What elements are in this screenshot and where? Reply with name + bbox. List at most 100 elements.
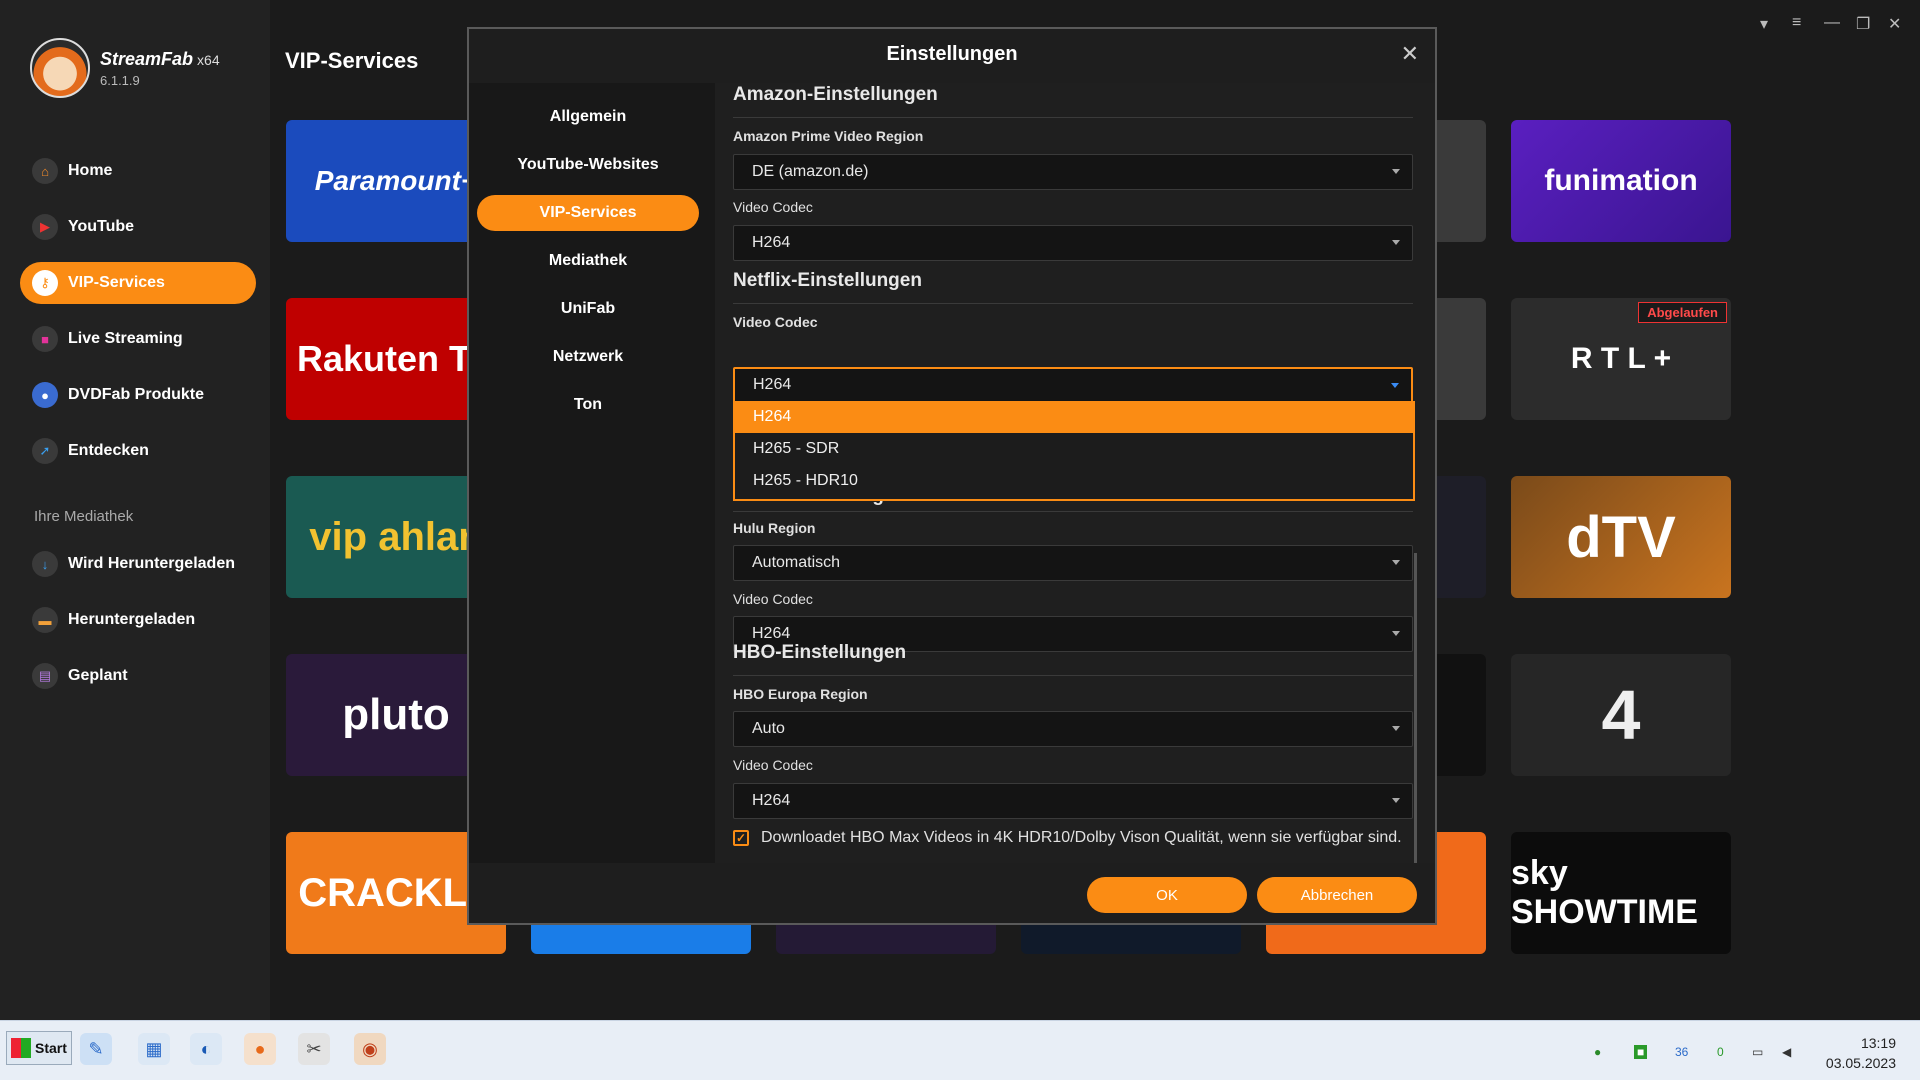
chevron-down-icon	[1392, 798, 1400, 803]
amazon-codec-label: Video Codec	[733, 199, 813, 215]
amazon-region-select[interactable]: DE (amazon.de)	[733, 154, 1413, 190]
tile-channel4[interactable]: 4	[1511, 654, 1731, 776]
sidebar-item-label: Entdecken	[68, 442, 149, 459]
chevron-down-icon	[1392, 631, 1400, 636]
app-arch: x64	[197, 51, 220, 68]
clock-date: 03.05.2023	[1825, 1055, 1896, 1071]
cancel-button[interactable]: Abbrechen	[1257, 877, 1417, 913]
sidebar-item-label: Home	[68, 162, 113, 179]
skin-icon[interactable]: ▾	[1760, 14, 1768, 34]
compass-icon: ➚	[32, 438, 58, 464]
settings-tab-ton[interactable]: Ton	[477, 387, 699, 423]
clock-time: 13:19	[1860, 1035, 1896, 1051]
sidebar-item-entdecken[interactable]: ➚ Entdecken	[20, 430, 256, 472]
settings-tab-vip-services[interactable]: VIP-Services	[477, 195, 699, 231]
start-button[interactable]: Start	[6, 1031, 72, 1065]
netflix-codec-label: Video Codec	[733, 314, 818, 330]
maximize-icon[interactable]: ❐	[1856, 14, 1870, 34]
amazon-codec-select[interactable]: H264	[733, 225, 1413, 261]
chevron-down-icon	[1392, 560, 1400, 565]
tools-icon[interactable]: ✂	[298, 1033, 330, 1065]
tray-app-icon[interactable]: ■	[1634, 1045, 1648, 1059]
tile-skyshowtime[interactable]: sky SHOWTIME	[1511, 832, 1731, 954]
divider	[733, 303, 1413, 304]
chevron-down-icon	[1392, 169, 1400, 174]
monitor-icon[interactable]: ▭	[1752, 1045, 1763, 1059]
settings-content: Amazon-Einstellungen Amazon Prime Video …	[715, 83, 1435, 863]
hbo-section-title: HBO-Einstellungen	[733, 642, 907, 663]
sidebar-item-wird-heruntergeladen[interactable]: ↓ Wird Heruntergeladen	[20, 543, 256, 585]
chevron-down-icon	[1392, 726, 1400, 731]
settings-tab-netzwerk[interactable]: Netzwerk	[477, 339, 699, 375]
folder-icon: ▬	[32, 607, 58, 633]
hbo-4k-option[interactable]: ✓ Downloadet HBO Max Videos in 4K HDR10/…	[733, 829, 1402, 847]
divider	[733, 675, 1413, 676]
library-section-label: Ihre Mediathek	[34, 508, 134, 525]
settings-tab-youtube-websites[interactable]: YouTube-Websites	[477, 147, 699, 183]
sidebar-item-label: Live Streaming	[68, 330, 183, 347]
tray-number[interactable]: 0	[1717, 1045, 1724, 1059]
tray-number[interactable]: 36	[1675, 1045, 1688, 1059]
sidebar-item-heruntergeladen[interactable]: ▬ Heruntergeladen	[20, 599, 256, 641]
sidebar-item-home[interactable]: ⌂ Home	[20, 150, 256, 192]
explorer-icon[interactable]: ✎	[80, 1033, 112, 1065]
streamfab-logo-icon	[30, 38, 90, 98]
sidebar-item-dvdfab-produkte[interactable]: ● DVDFab Produkte	[20, 374, 256, 416]
hbo-codec-select[interactable]: H264	[733, 783, 1413, 819]
sidebar-item-vip-services[interactable]: ⚷ VIP-Services	[20, 262, 256, 304]
hbo-4k-label: Downloadet HBO Max Videos in 4K HDR10/Do…	[761, 829, 1402, 846]
speaker-icon[interactable]: ◀	[1782, 1045, 1791, 1059]
close-icon[interactable]: ✕	[1401, 41, 1419, 67]
netflix-codec-select[interactable]: H264	[733, 367, 1413, 403]
network-globe-icon[interactable]: ●	[1594, 1045, 1601, 1059]
dvdfab-icon: ●	[32, 382, 58, 408]
hulu-codec-label: Video Codec	[733, 591, 813, 607]
dropdown-option-h264[interactable]: H264	[735, 401, 1413, 433]
tile-rtl-plus[interactable]: R T L + Abgelaufen	[1511, 298, 1731, 420]
schedule-icon: ▤	[32, 663, 58, 689]
app-name: StreamFab	[100, 48, 194, 69]
windows-logo-icon	[11, 1038, 31, 1058]
app-window: StreamFab x64 6.1.1.9 ⌂ Home ▶ YouTube ⚷ …	[0, 0, 1920, 1020]
ok-button[interactable]: OK	[1087, 877, 1247, 913]
dropdown-option-h265-hdr10[interactable]: H265 - HDR10	[735, 465, 1413, 497]
amazon-section-title: Amazon-Einstellungen	[733, 84, 938, 105]
sidebar-item-geplant[interactable]: ▤ Geplant	[20, 655, 256, 697]
calendar-icon[interactable]: ▦	[138, 1033, 170, 1065]
settings-tab-unifab[interactable]: UniFab	[477, 291, 699, 327]
checkbox-checked-icon[interactable]: ✓	[733, 830, 749, 846]
content-scrollbar[interactable]	[1414, 553, 1417, 863]
sidebar-item-youtube[interactable]: ▶ YouTube	[20, 206, 256, 248]
menu-icon[interactable]: ≡	[1792, 14, 1801, 32]
chevron-down-icon	[1391, 383, 1399, 388]
dropdown-option-h265-sdr[interactable]: H265 - SDR	[735, 433, 1413, 465]
streamfab-taskbar-icon[interactable]: ◉	[354, 1033, 386, 1065]
youtube-icon: ▶	[32, 214, 58, 240]
settings-tab-allgemein[interactable]: Allgemein	[477, 99, 699, 135]
hbo-region-label: HBO Europa Region	[733, 686, 868, 702]
settings-tab-mediathek[interactable]: Mediathek	[477, 243, 699, 279]
download-arrow-icon: ↓	[32, 551, 58, 577]
divider	[733, 511, 1413, 512]
hbo-region-select[interactable]: Auto	[733, 711, 1413, 747]
home-icon: ⌂	[32, 158, 58, 184]
hulu-region-select[interactable]: Automatisch	[733, 545, 1413, 581]
firefox-icon[interactable]: ●	[244, 1033, 276, 1065]
sidebar-item-label: DVDFab Produkte	[68, 386, 205, 403]
app-version: 6.1.1.9	[100, 72, 140, 88]
netflix-section-title: Netflix-Einstellungen	[733, 270, 922, 291]
clock[interactable]: 13:19 03.05.2023	[1826, 1033, 1896, 1073]
sidebar-item-label: Heruntergeladen	[68, 611, 196, 628]
sidebar: StreamFab x64 6.1.1.9 ⌂ Home ▶ YouTube ⚷ …	[0, 0, 270, 1020]
app-circle-icon[interactable]: ◐	[190, 1033, 222, 1065]
tile-dtv[interactable]: dTV	[1511, 476, 1731, 598]
settings-dialog: Einstellungen ✕ Allgemein YouTube-Websit…	[467, 27, 1437, 925]
amazon-region-label: Amazon Prime Video Region	[733, 128, 924, 144]
tile-funimation[interactable]: funimation	[1511, 120, 1731, 242]
divider	[733, 117, 1413, 118]
sidebar-item-live-streaming[interactable]: ■ Live Streaming	[20, 318, 256, 360]
hulu-region-label: Hulu Region	[733, 520, 816, 536]
close-window-icon[interactable]: ✕	[1888, 14, 1901, 34]
netflix-codec-dropdown: H264 H265 - SDR H265 - HDR10	[733, 401, 1415, 501]
minimize-icon[interactable]: —	[1824, 14, 1840, 32]
